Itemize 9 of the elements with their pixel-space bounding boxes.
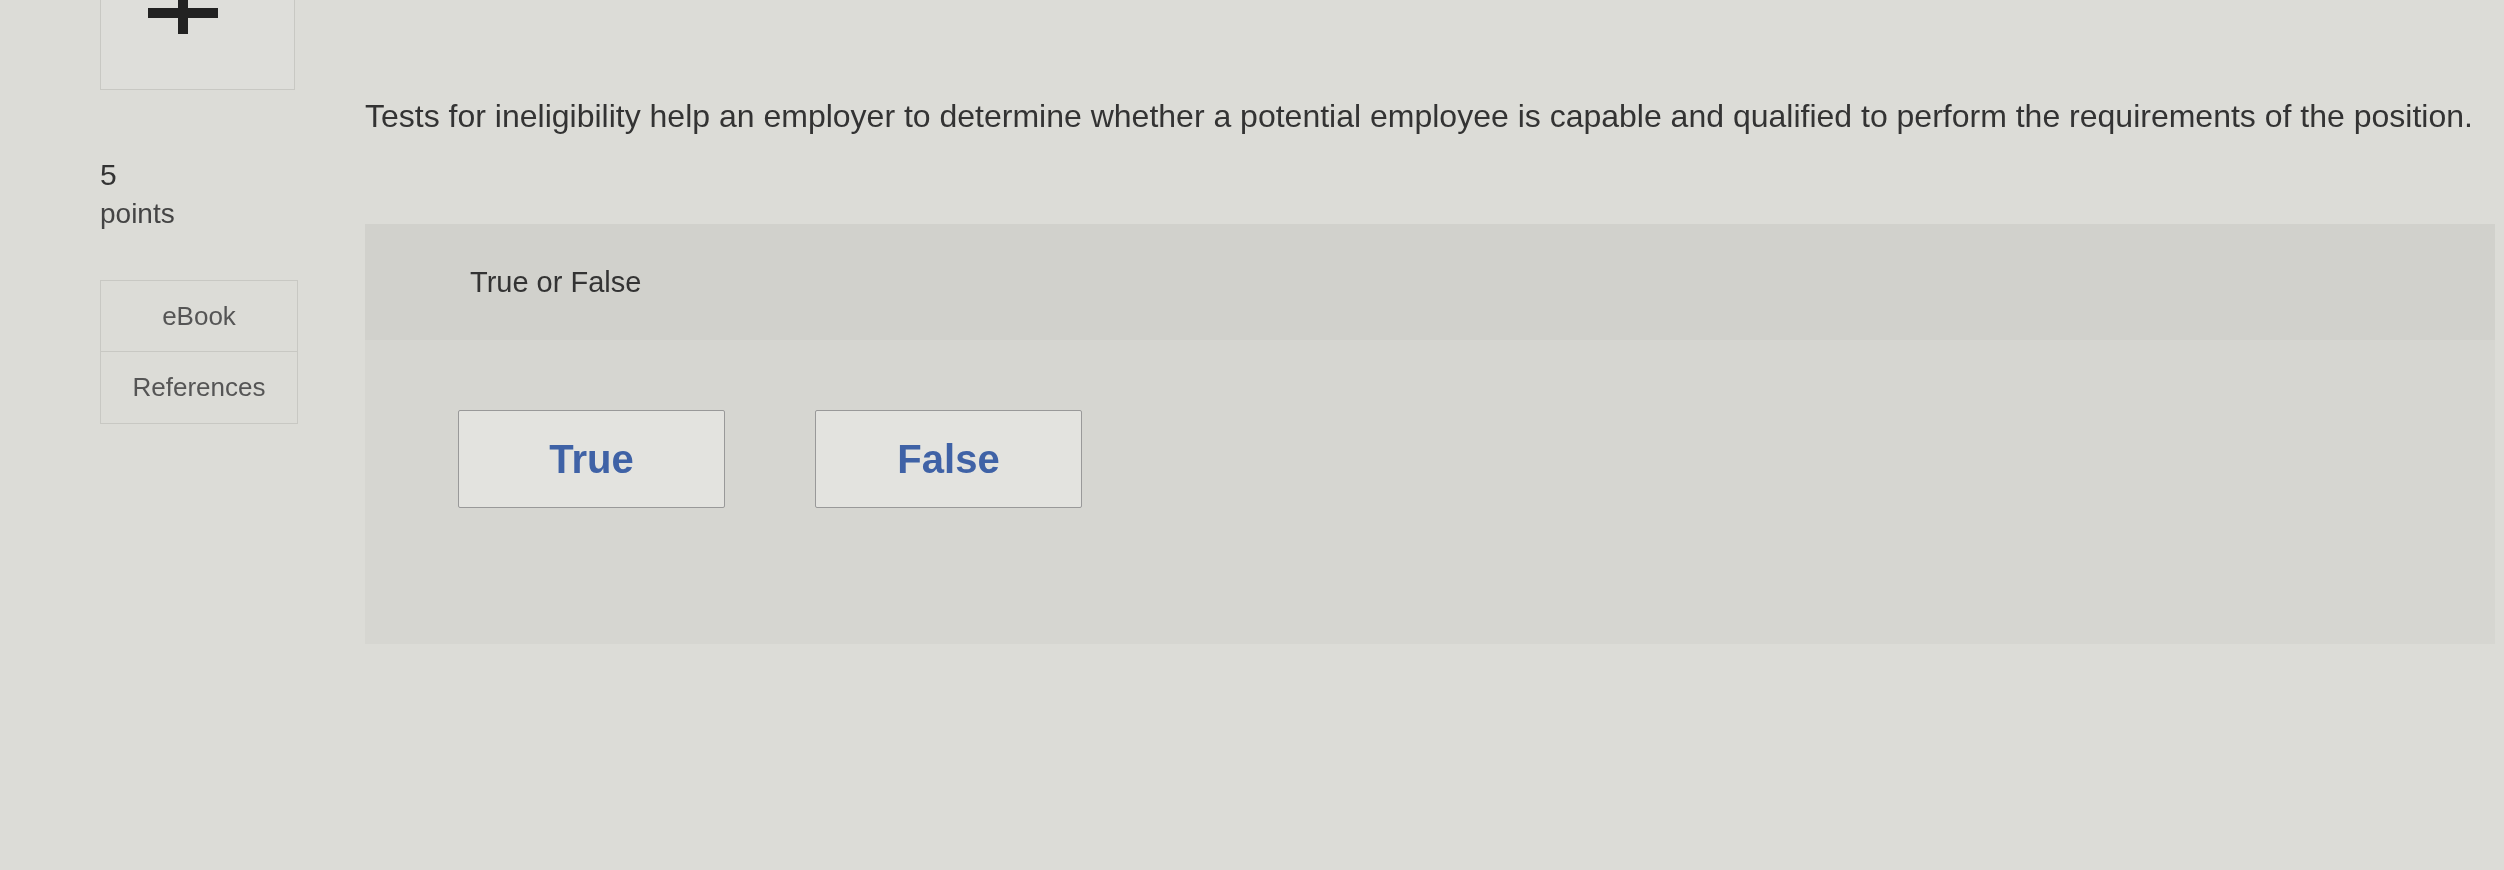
- points-label: points: [100, 198, 176, 230]
- answer-button[interactable]: True: [458, 410, 725, 508]
- answer-button[interactable]: False: [815, 410, 1082, 508]
- side-tab[interactable]: References: [100, 352, 298, 424]
- panel-title: True or False: [470, 265, 642, 299]
- t-shape-icon: [147, 0, 218, 34]
- points-value: 5: [100, 158, 118, 192]
- side-tab[interactable]: eBook: [100, 280, 298, 352]
- question-text: Tests for ineligibility help an employer to determine whether a potential employee is capable and qualified to perform the requirements of the position.: [365, 97, 2474, 136]
